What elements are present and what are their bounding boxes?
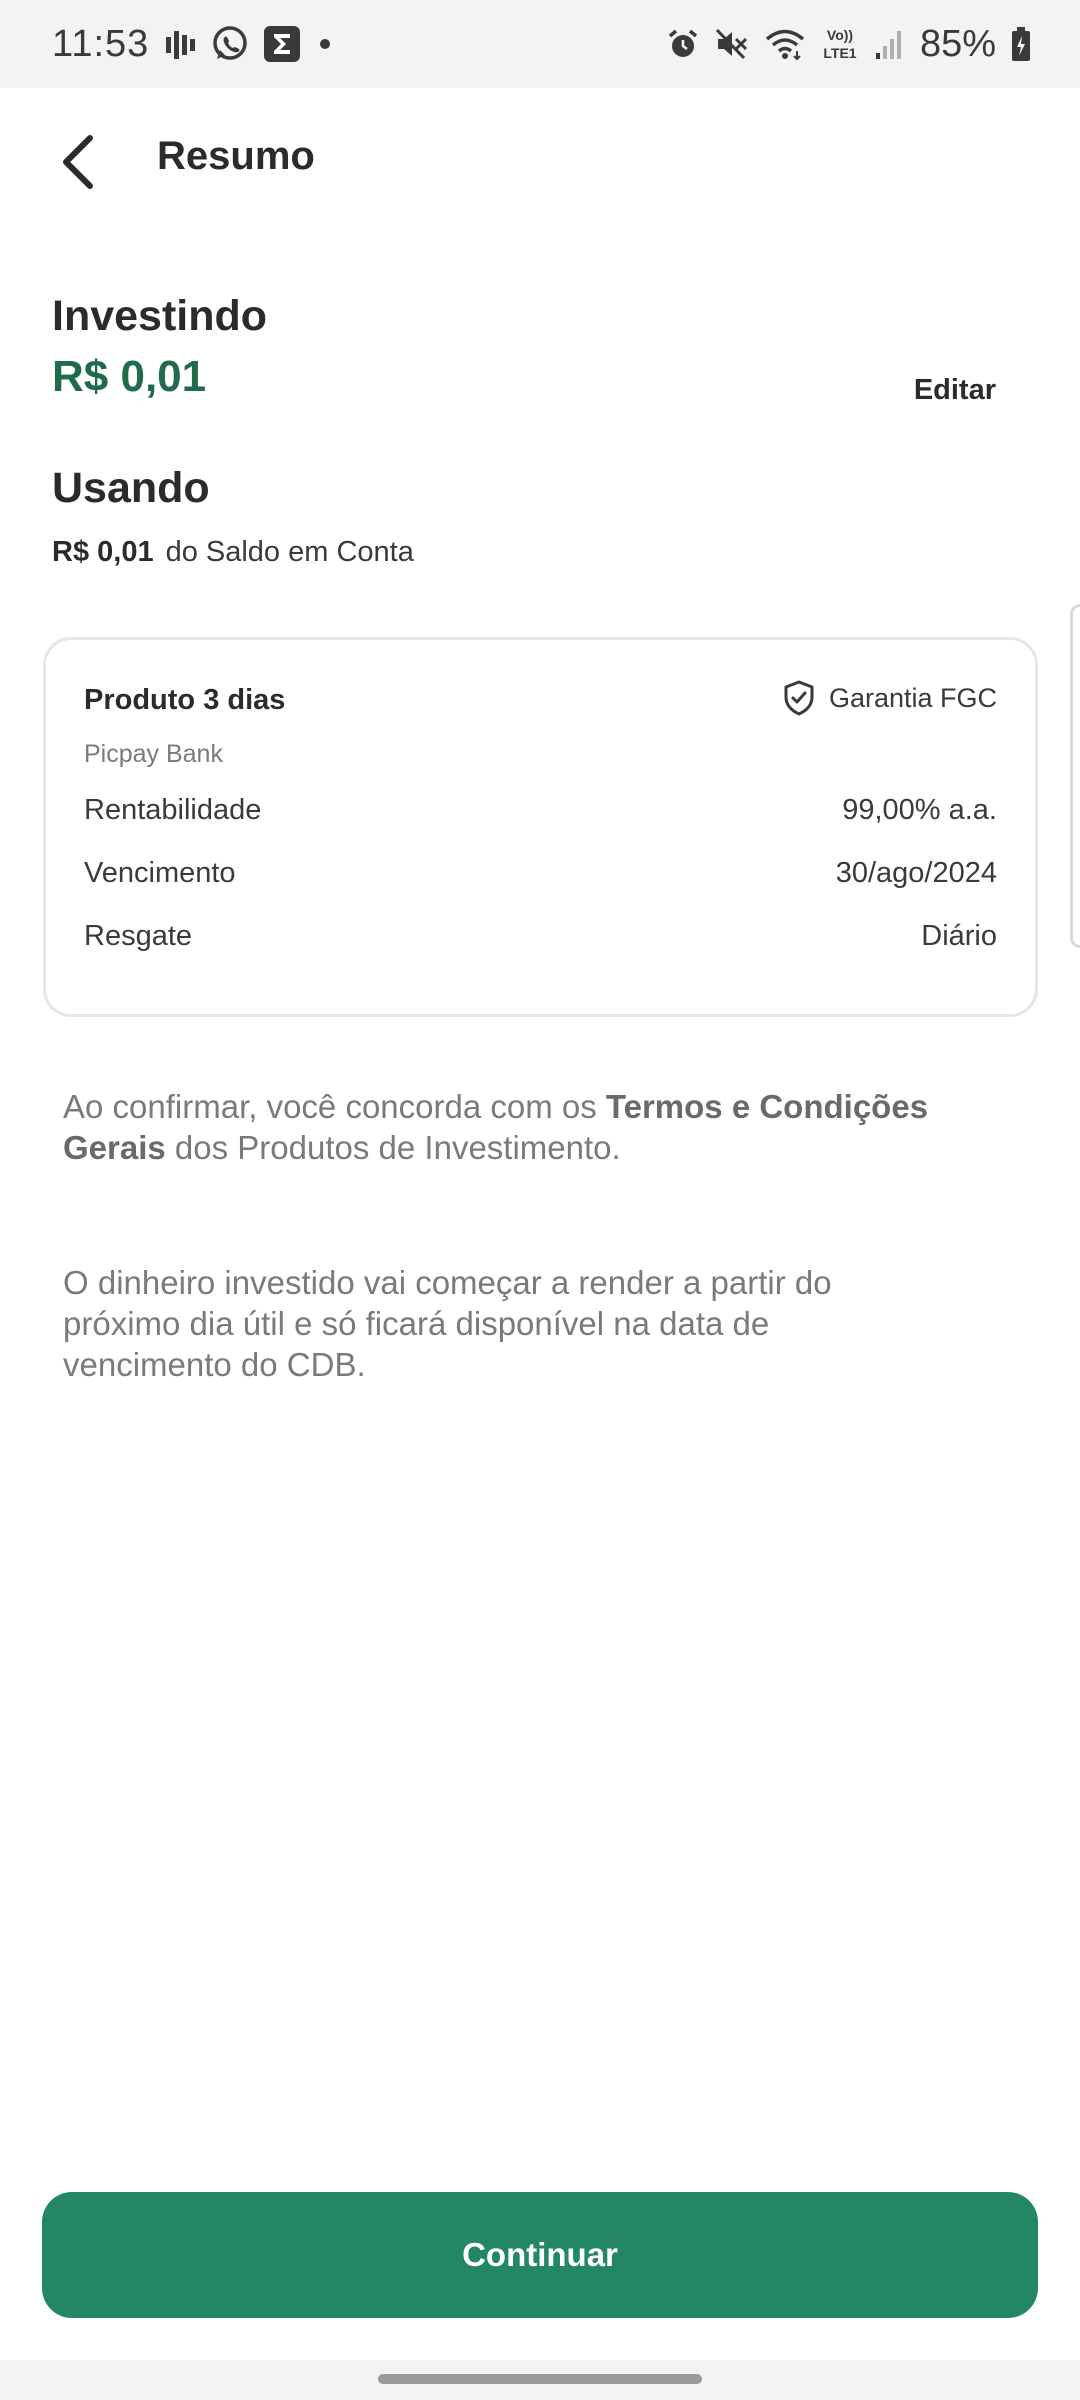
- guarantee-badge: Garantia FGC: [783, 680, 997, 716]
- product-row: Rentabilidade 99,00% a.a.: [84, 794, 997, 827]
- product-issuer: Picpay Bank: [84, 740, 223, 768]
- product-title: Produto 3 dias: [84, 684, 286, 716]
- battery-icon: [1010, 26, 1032, 62]
- shield-check-icon: [783, 680, 815, 716]
- using-label: Usando: [52, 464, 210, 512]
- back-button[interactable]: [40, 124, 116, 200]
- investing-value: R$ 0,01: [52, 352, 207, 401]
- dot-icon: [315, 34, 335, 54]
- home-indicator[interactable]: [378, 2374, 702, 2384]
- terms-prefix: Ao confirmar, você concorda com os: [63, 1088, 606, 1125]
- edit-button[interactable]: Editar: [914, 374, 996, 407]
- product-card: Produto 3 dias Garantia FGC Picpay Bank …: [43, 637, 1038, 1017]
- battery-percent: 85%: [919, 22, 996, 65]
- info-text: O dinheiro investido vai começar a rende…: [63, 1264, 832, 1383]
- svg-text:Vo)): Vo)): [827, 27, 853, 43]
- investing-label: Investindo: [52, 292, 268, 340]
- arrow-left-icon: [56, 132, 100, 192]
- alarm-icon: [666, 27, 700, 61]
- volte-lte-icon: Vo)) LTE1: [820, 26, 860, 62]
- wifi-icon: [764, 27, 806, 61]
- product-row: Vencimento 30/ago/2024: [84, 857, 997, 890]
- svg-text:LTE1: LTE1: [823, 45, 856, 61]
- mute-icon: [714, 27, 750, 61]
- cell-signal-icon: [874, 27, 906, 61]
- whatsapp-icon: [211, 25, 249, 63]
- product-row: Resgate Diário: [84, 920, 997, 953]
- system-icons: Vo)) LTE1 85%: [666, 23, 1032, 66]
- using-amount: R$ 0,01: [52, 536, 154, 568]
- row-value: 99,00% a.a.: [842, 794, 997, 826]
- notification-icons: [165, 25, 335, 63]
- edge-panel-handle[interactable]: [1070, 604, 1080, 948]
- continue-button[interactable]: Continuar: [42, 2192, 1038, 2318]
- sigma-app-icon: [263, 25, 301, 63]
- status-bar: 11:53 Vo)) LTE1 85%: [0, 0, 1080, 88]
- page-title: Resumo: [157, 134, 315, 178]
- row-label: Resgate: [84, 920, 193, 952]
- terms-suffix: dos Produtos de Investimento.: [165, 1129, 621, 1166]
- terms-text: Ao confirmar, você concorda com os Termo…: [63, 1086, 1013, 1168]
- signal-bars-icon: [165, 27, 197, 61]
- row-label: Rentabilidade: [84, 794, 262, 826]
- row-value: Diário: [921, 920, 997, 952]
- row-label: Vencimento: [84, 857, 236, 889]
- guarantee-label: Garantia FGC: [828, 682, 997, 713]
- status-time: 11:53: [52, 22, 150, 65]
- navigation-bar: [0, 2360, 1080, 2400]
- row-value: 30/ago/2024: [835, 857, 997, 889]
- using-line: R$ 0,01 do Saldo em Conta: [52, 536, 414, 569]
- app-header: Resumo: [0, 88, 1080, 236]
- using-source: do Saldo em Conta: [165, 536, 414, 568]
